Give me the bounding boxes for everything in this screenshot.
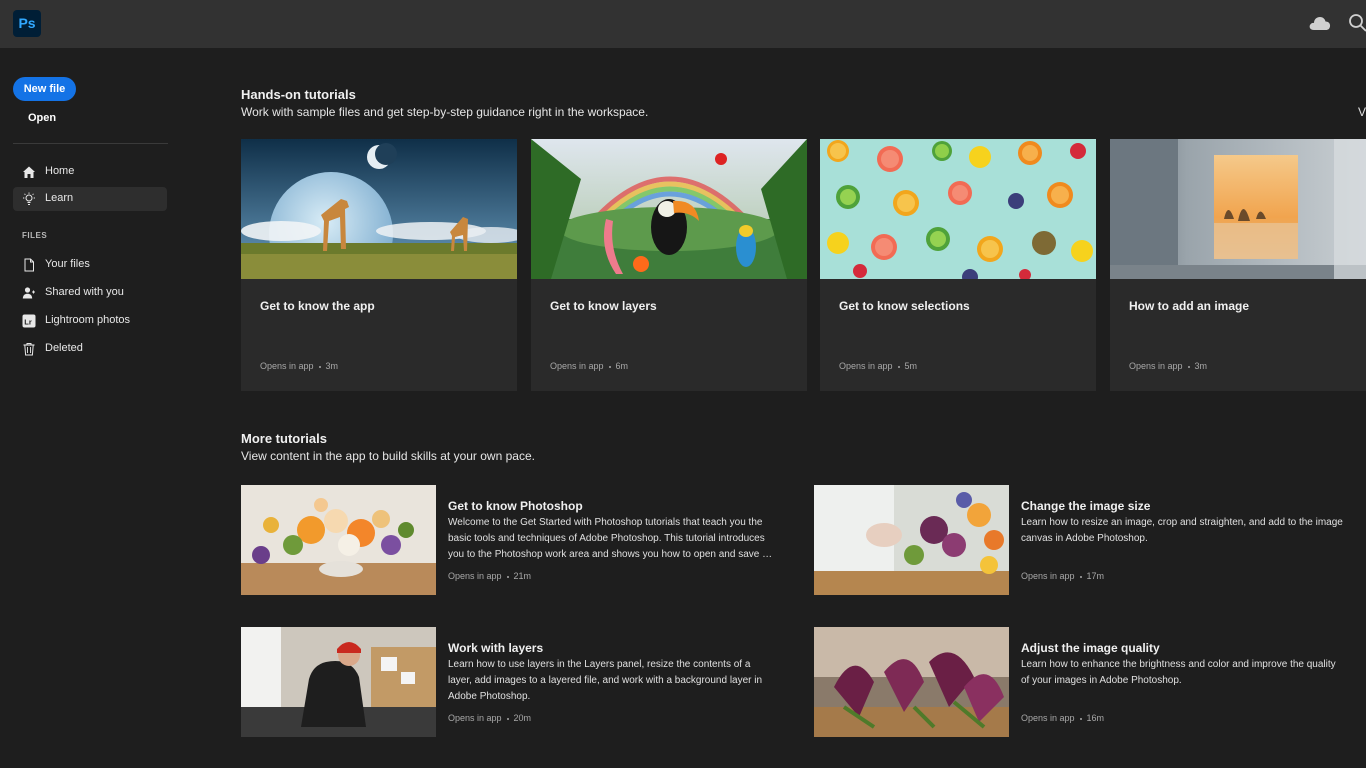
sidebar: New file Open Home Learn FILES Your file… xyxy=(0,48,180,768)
tutorial-list-item-description: Learn how to use layers in the Layers pa… xyxy=(448,659,763,702)
hands-on-title: Hands-on tutorials xyxy=(241,87,356,102)
nav-item-label: Deleted xyxy=(45,342,83,354)
tutorial-list-item-description: Learn how to resize an image, crop and s… xyxy=(1021,517,1343,544)
lightbulb-icon xyxy=(23,192,35,205)
tutorial-list-item-description: Learn how to enhance the brightness and … xyxy=(1021,659,1336,686)
cloud-icon[interactable] xyxy=(1308,13,1332,33)
tutorial-list-item-description: Welcome to the Get Started with Photosho… xyxy=(448,517,773,560)
tutorial-card[interactable]: How to add an image Opens in app 3m xyxy=(1110,139,1366,391)
hands-on-subtitle: Work with sample files and get step-by-s… xyxy=(241,105,649,119)
tutorial-card-title: Get to know selections xyxy=(839,299,970,313)
file-icon xyxy=(24,258,34,272)
nav-item-label: Your files xyxy=(45,258,90,270)
tutorial-thumbnail xyxy=(1110,139,1366,279)
tutorial-list-item-meta: Opens in app 20m xyxy=(448,713,532,723)
tutorial-list-item[interactable]: Get to know Photoshop Welcome to the Get… xyxy=(241,485,773,595)
tutorial-list-item-meta: Opens in app 17m xyxy=(1021,571,1105,581)
svg-text:Lr: Lr xyxy=(24,317,32,326)
nav-item-label: Lightroom photos xyxy=(45,314,130,326)
nav-item-shared-with-you[interactable]: Shared with you xyxy=(13,281,167,305)
open-button[interactable]: Open xyxy=(28,112,56,124)
tutorial-thumbnail xyxy=(531,139,807,279)
tutorial-card-title: Get to know layers xyxy=(550,299,657,313)
tutorial-thumbnail xyxy=(814,627,1009,737)
nav-item-lightroom-photos[interactable]: Lr Lightroom photos xyxy=(13,309,167,333)
tutorial-thumbnail xyxy=(241,139,517,279)
top-bar: Ps xyxy=(0,0,1366,48)
more-tutorials-subtitle: View content in the app to build skills … xyxy=(241,449,535,463)
tutorial-card[interactable]: Get to know selections Opens in app 5m xyxy=(820,139,1096,391)
tutorial-card-meta: Opens in app 5m xyxy=(839,361,918,371)
home-icon xyxy=(23,166,35,178)
nav-item-label: Shared with you xyxy=(45,286,124,298)
tutorial-list-item-title: Change the image size xyxy=(1021,499,1151,513)
tutorial-card[interactable]: Get to know layers Opens in app 6m xyxy=(531,139,807,391)
tutorial-list-item-meta: Opens in app 21m xyxy=(448,571,532,581)
view-all-link[interactable]: V xyxy=(1358,105,1366,119)
tutorial-list-item[interactable]: Change the image size Learn how to resiz… xyxy=(814,485,1344,595)
search-icon[interactable] xyxy=(1348,13,1366,33)
tutorial-list-item-title: Get to know Photoshop xyxy=(448,499,583,513)
nav-item-label: Home xyxy=(45,165,75,177)
new-file-button[interactable]: New file xyxy=(13,77,76,101)
tutorial-list-item-title: Work with layers xyxy=(448,641,544,655)
nav-item-learn[interactable]: Learn xyxy=(13,187,167,211)
tutorial-card-meta: Opens in app 3m xyxy=(260,361,339,371)
tutorial-card[interactable]: Get to know the app Opens in app 3m xyxy=(241,139,517,391)
tutorial-card-meta: Opens in app 3m xyxy=(1129,361,1208,371)
sidebar-divider xyxy=(13,143,168,144)
tutorial-list-item-meta: Opens in app 16m xyxy=(1021,713,1105,723)
tutorial-card-meta: Opens in app 6m xyxy=(550,361,629,371)
photoshop-logo[interactable]: Ps xyxy=(13,10,41,37)
tutorial-list-item[interactable]: Adjust the image quality Learn how to en… xyxy=(814,627,1344,737)
lightroom-icon: Lr xyxy=(22,314,36,328)
tutorial-thumbnail xyxy=(241,485,436,595)
tutorial-thumbnail xyxy=(820,139,1096,279)
tutorial-card-title: Get to know the app xyxy=(260,299,375,313)
tutorial-thumbnail xyxy=(241,627,436,737)
more-tutorials-title: More tutorials xyxy=(241,431,327,446)
shared-user-icon xyxy=(22,287,35,299)
trash-icon xyxy=(23,343,35,356)
tutorial-list-item[interactable]: Work with layers Learn how to use layers… xyxy=(241,627,771,737)
nav-item-deleted[interactable]: Deleted xyxy=(13,337,167,361)
tutorial-thumbnail xyxy=(814,485,1009,595)
nav-item-label: Learn xyxy=(45,192,74,204)
nav-item-home[interactable]: Home xyxy=(13,160,167,184)
tutorial-list-item-title: Adjust the image quality xyxy=(1021,641,1160,655)
tutorial-card-title: How to add an image xyxy=(1129,299,1250,313)
nav-item-your-files[interactable]: Your files xyxy=(13,253,167,277)
files-section-heading: FILES xyxy=(22,231,48,240)
